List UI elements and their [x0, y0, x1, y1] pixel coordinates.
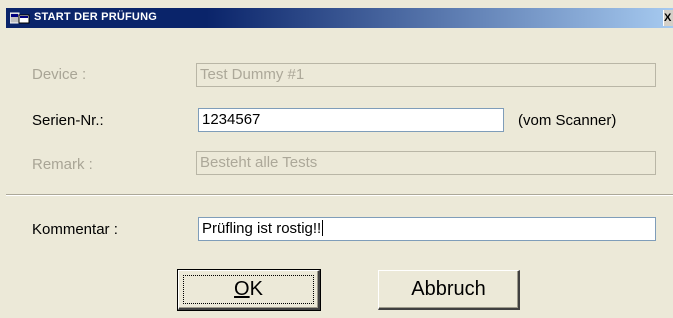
close-button[interactable]: X — [663, 10, 673, 26]
cancel-button-label: Abbruch — [411, 278, 486, 300]
serial-number-label: Serien-Nr.: — [32, 112, 104, 129]
text-caret — [322, 220, 324, 236]
comment-input[interactable]: Prüfling ist rostig!! — [198, 217, 656, 241]
title-bar[interactable]: START DER PRÜFUNG X — [6, 8, 673, 28]
serial-number-input[interactable]: 1234567 — [198, 108, 504, 132]
app-window-icon — [10, 12, 30, 24]
section-divider — [6, 194, 673, 196]
comment-label: Kommentar : — [32, 221, 118, 238]
dialog-window: START DER PRÜFUNG X Device : Test Dummy … — [0, 0, 673, 318]
serial-source-hint: (vom Scanner) — [518, 112, 617, 129]
remark-label: Remark : — [32, 156, 93, 173]
cancel-button[interactable]: Abbruch — [378, 270, 520, 310]
window-title: START DER PRÜFUNG — [34, 11, 157, 23]
dialog-client-area: Device : Test Dummy #1 Serien-Nr.: 12345… — [6, 28, 673, 318]
remark-field: Besteht alle Tests — [196, 151, 656, 175]
close-icon: X — [664, 12, 672, 24]
comment-input-value: Prüfling ist rostig!! — [202, 220, 322, 237]
device-label: Device : — [32, 66, 87, 83]
ok-button[interactable]: OK — [177, 269, 321, 311]
ok-button-label: OK — [234, 278, 263, 300]
device-field: Test Dummy #1 — [196, 63, 656, 87]
